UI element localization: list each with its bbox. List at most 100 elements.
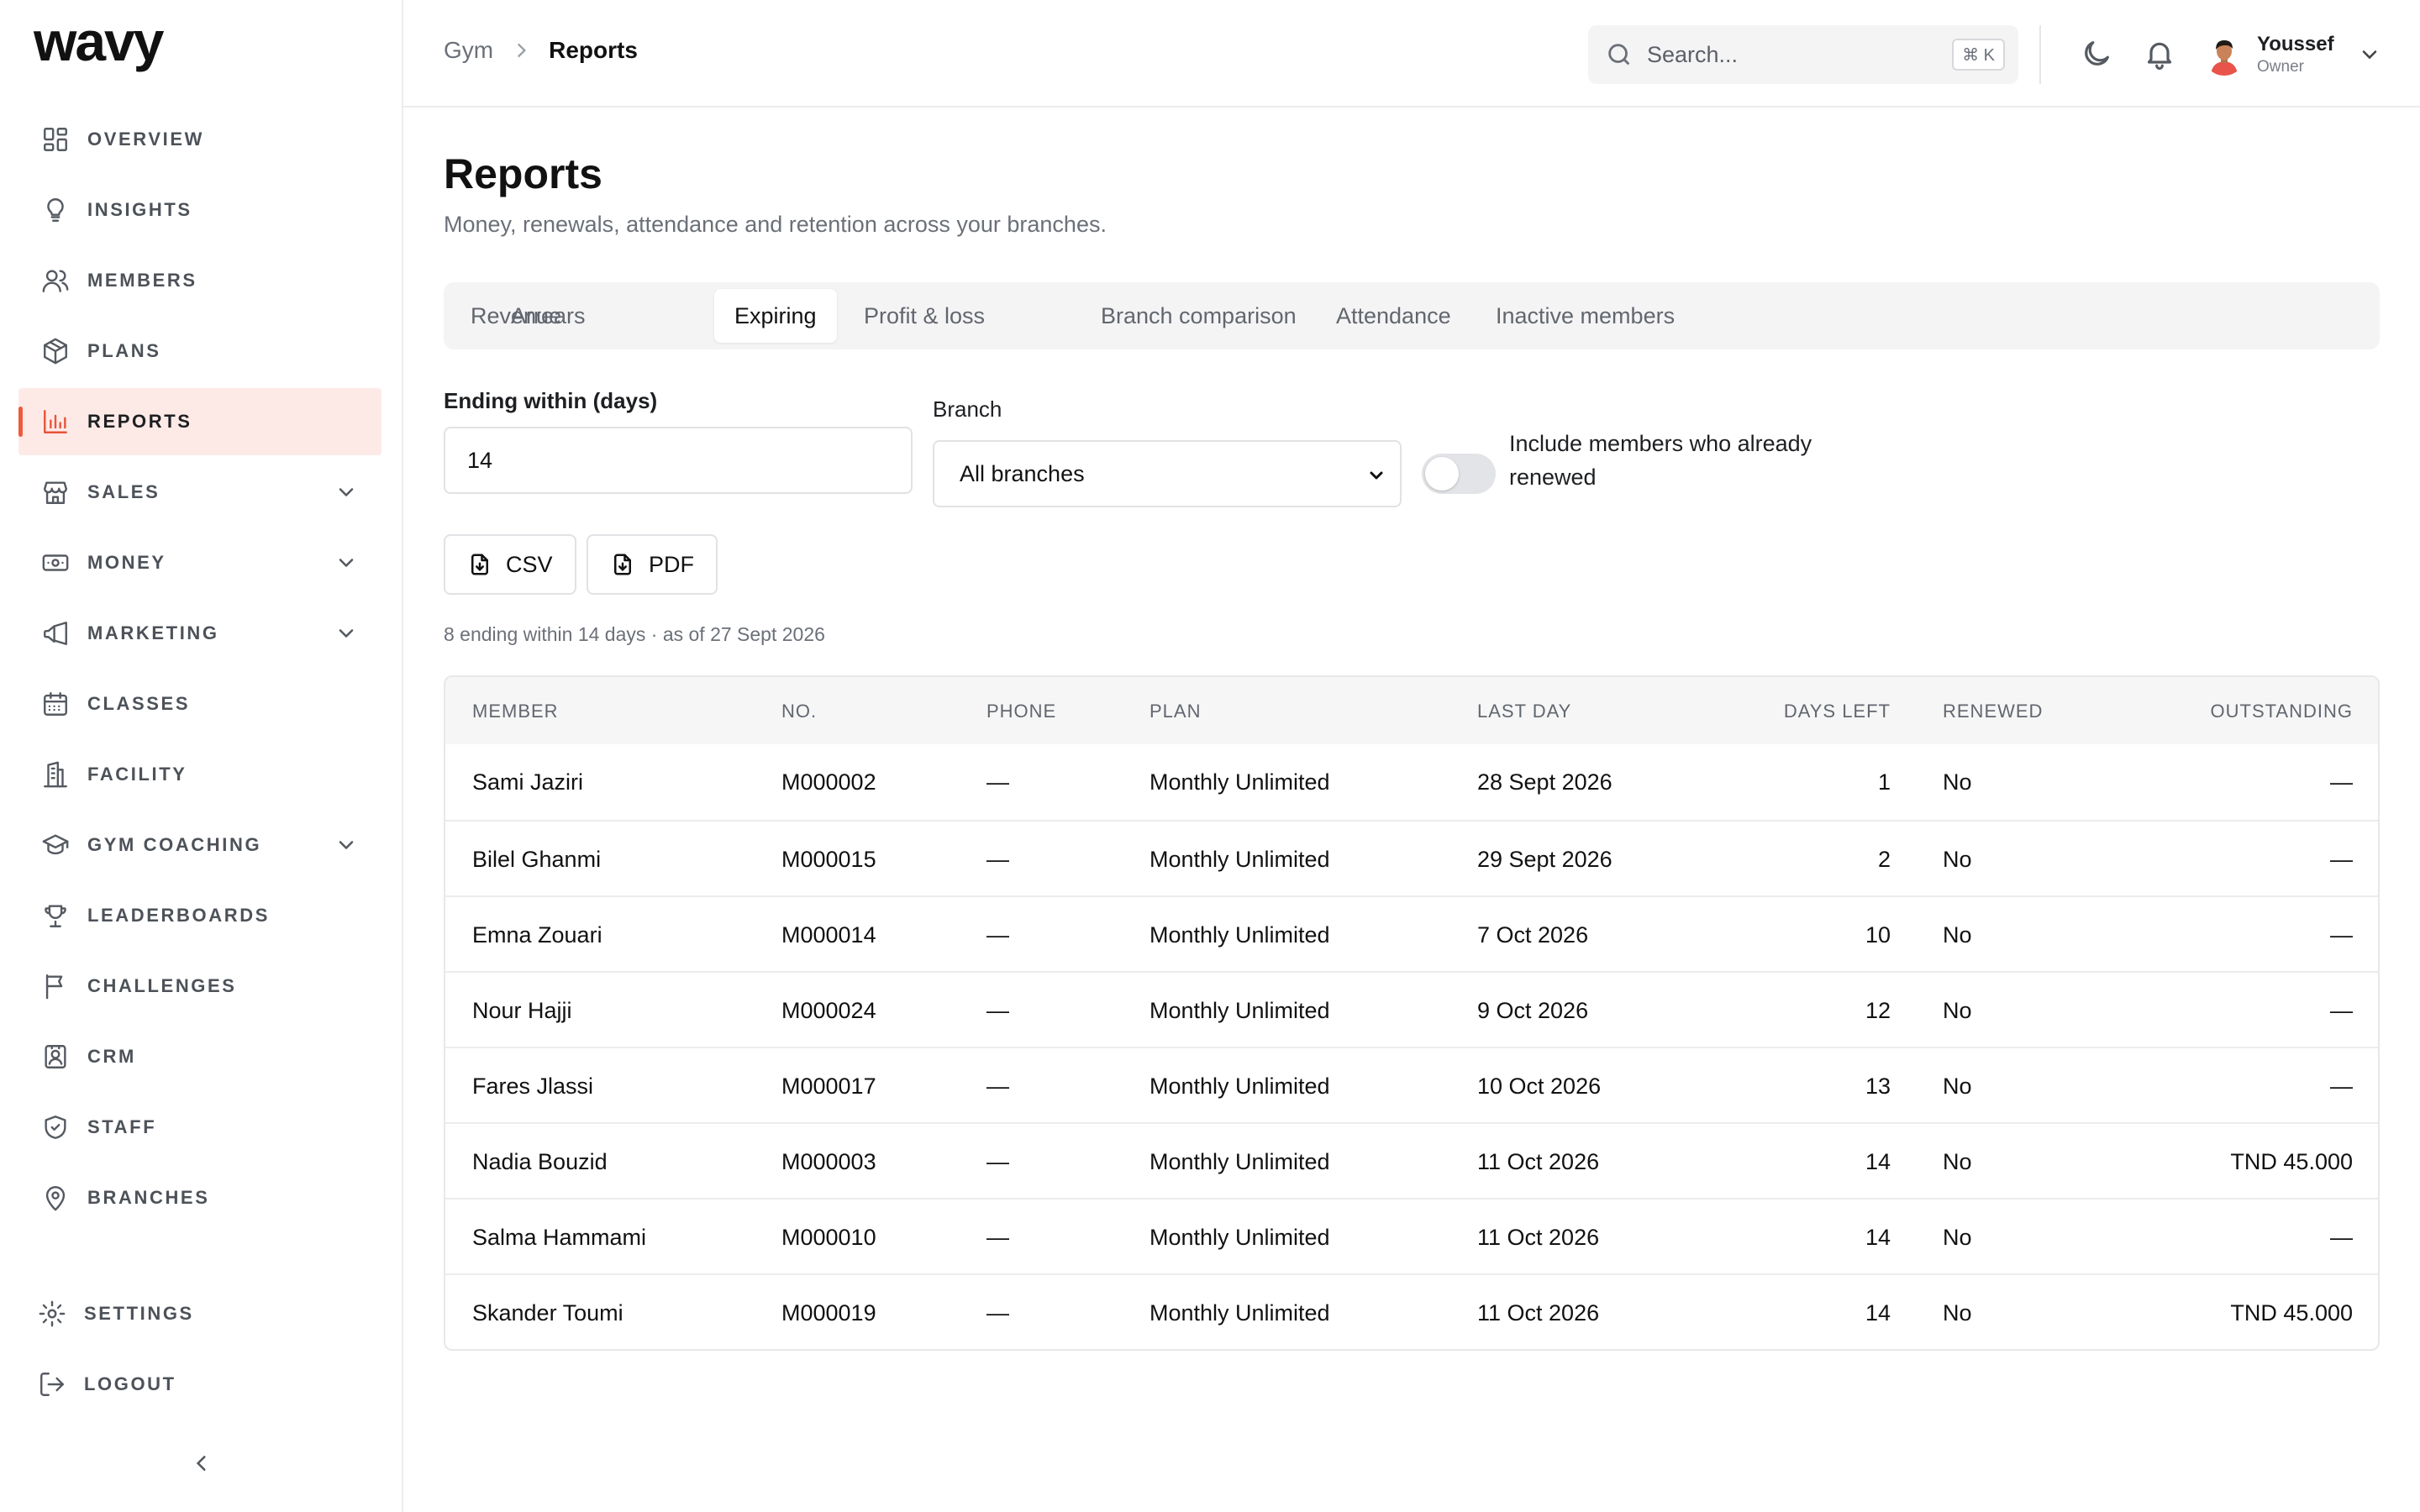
column-header-plan: PLAN [1150, 701, 1202, 722]
tab-attendance[interactable]: Attendance [1316, 289, 1471, 343]
sidebar-item-label: SALES [87, 481, 160, 502]
export-csv-button[interactable]: CSV [444, 534, 576, 595]
sidebar-item-label: STAFF [87, 1116, 157, 1137]
table-row[interactable]: Bilel Ghanmi M000015 — Monthly Unlimited 29 … [445, 820, 2378, 895]
sidebar: wavy OVERVIEW INSIGHTS MEMBERS PLANS REPORTS… [0, 0, 403, 1512]
column-header-phone: PHONE [986, 701, 1057, 722]
banknote-icon [40, 548, 71, 578]
tab-profit-loss[interactable]: Profit & loss [844, 289, 1005, 343]
column-header-renewed: RENEWED [1943, 701, 2044, 722]
sidebar-item-facility[interactable]: FACILITY [18, 741, 381, 808]
cell-renewed: No [1943, 1149, 1972, 1174]
cell-last-day: 10 Oct 2026 [1477, 1074, 1602, 1099]
sidebar-item-challenges[interactable]: CHALLENGES [18, 953, 381, 1020]
sidebar-item-settings[interactable]: SETTINGS [18, 1280, 381, 1347]
report-tabs: Revenue Arrears Expiring Profit & loss Branc… [444, 282, 2380, 349]
sidebar-item-insights[interactable]: INSIGHTS [18, 176, 381, 244]
cell-renewed: No [1943, 922, 1972, 948]
layout-grid-icon [40, 124, 71, 155]
table-row[interactable]: Emna Zouari M000014 — Monthly Unlimited 7 Oc… [445, 895, 2378, 971]
export-csv-label: CSV [506, 551, 553, 577]
tab-inactive-members[interactable]: Inactive members [1476, 289, 1695, 343]
search-icon [1605, 40, 1634, 69]
theme-toggle-button[interactable] [2080, 37, 2113, 71]
ending-within-label: Ending within (days) [444, 388, 658, 413]
cell-outstanding: — [2330, 769, 2353, 795]
cell-phone: — [986, 847, 1009, 872]
sidebar-item-logout[interactable]: LOGOUT [18, 1351, 381, 1418]
cell-plan: Monthly Unlimited [1150, 847, 1330, 872]
cell-days-left: 1 [1877, 769, 1891, 795]
tab-arrears[interactable]: Arrears [491, 289, 606, 343]
sidebar-item-label: CRM [87, 1046, 136, 1067]
topbar: Gym Reports ⌘ K [403, 0, 2420, 108]
cell-last-day: 11 Oct 2026 [1477, 1225, 1600, 1250]
tab-branch-comparison[interactable]: Branch comparison [1081, 289, 1317, 343]
chevron-down-icon [334, 622, 358, 645]
chevron-down-icon [2358, 43, 2381, 66]
sidebar-item-branches[interactable]: BRANCHES [18, 1164, 381, 1231]
sidebar-item-staff[interactable]: STAFF [18, 1094, 381, 1161]
user-menu[interactable]: Youssef Owner [2203, 25, 2381, 84]
sidebar-item-label: MONEY [87, 552, 166, 573]
sidebar-item-overview[interactable]: OVERVIEW [18, 106, 381, 173]
chevron-down-icon [334, 480, 358, 504]
trophy-icon [40, 900, 71, 931]
file-download-icon [610, 552, 635, 577]
contact-icon [40, 1042, 71, 1072]
sidebar-item-members[interactable]: MEMBERS [18, 247, 381, 314]
sidebar-item-money[interactable]: MONEY [18, 529, 381, 596]
ending-within-input[interactable] [444, 427, 913, 494]
sidebar-item-label: CLASSES [87, 693, 191, 714]
tab-expiring[interactable]: Expiring [714, 289, 837, 343]
table-row[interactable]: Nadia Bouzid M000003 — Monthly Unlimited 11 … [445, 1122, 2378, 1198]
export-pdf-label: PDF [649, 551, 694, 577]
cell-phone: — [986, 922, 1009, 948]
chevron-down-icon [334, 833, 358, 857]
sidebar-item-plans[interactable]: PLANS [18, 318, 381, 385]
map-pin-icon [40, 1183, 71, 1213]
branch-label: Branch [933, 396, 1002, 422]
cell-outstanding: — [2330, 847, 2353, 872]
table-row[interactable]: Nour Hajji M000024 — Monthly Unlimited 9 Oct… [445, 971, 2378, 1047]
lightbulb-icon [40, 195, 71, 225]
column-header-number: NO. [781, 701, 818, 722]
sidebar-item-label: FACILITY [87, 764, 187, 785]
file-download-icon [467, 552, 492, 577]
shield-check-icon [40, 1112, 71, 1142]
flag-icon [40, 971, 71, 1001]
cell-last-day: 28 Sept 2026 [1477, 769, 1612, 795]
table-row[interactable]: Skander Toumi M000019 — Monthly Unlimited 11… [445, 1273, 2378, 1349]
branch-select[interactable]: All branches [933, 440, 1402, 507]
cell-outstanding: — [2330, 1074, 2353, 1099]
sidebar-item-label: SETTINGS [84, 1303, 194, 1324]
table-row[interactable]: Sami Jaziri M000002 — Monthly Unlimited 28 S… [445, 744, 2378, 820]
cell-member: Bilel Ghanmi [472, 847, 602, 872]
cell-days-left: 13 [1865, 1074, 1891, 1099]
cell-member: Fares Jlassi [472, 1074, 594, 1099]
sidebar-item-classes[interactable]: CLASSES [18, 670, 381, 738]
table-row[interactable]: Fares Jlassi M000017 — Monthly Unlimited 10 … [445, 1047, 2378, 1122]
sidebar-item-label: MARKETING [87, 622, 219, 643]
logo[interactable]: wavy [33, 10, 210, 74]
cell-number: M000003 [781, 1149, 876, 1174]
cell-phone: — [986, 1300, 1009, 1326]
sidebar-nav: OVERVIEW INSIGHTS MEMBERS PLANS REPORTS SALES… [18, 106, 381, 1235]
include-renewed-toggle[interactable] [1422, 454, 1496, 494]
sidebar-item-leaderboards[interactable]: LEADERBOARDS [18, 882, 381, 949]
cell-days-left: 12 [1865, 998, 1891, 1023]
search-box[interactable]: ⌘ K [1588, 25, 2018, 84]
sidebar-item-sales[interactable]: SALES [18, 459, 381, 526]
cell-number: M000002 [781, 769, 876, 795]
search-input[interactable] [1647, 41, 1924, 68]
collapse-sidebar-button[interactable] [187, 1448, 217, 1478]
sidebar-item-crm[interactable]: CRM [18, 1023, 381, 1090]
breadcrumb-gym[interactable]: Gym [444, 37, 493, 64]
sidebar-item-gym-coaching[interactable]: GYM COACHING [18, 811, 381, 879]
sidebar-item-marketing[interactable]: MARKETING [18, 600, 381, 667]
notifications-button[interactable] [2143, 37, 2176, 71]
sidebar-item-reports[interactable]: REPORTS [18, 388, 381, 455]
sidebar-item-label: LEADERBOARDS [87, 905, 270, 926]
export-pdf-button[interactable]: PDF [587, 534, 718, 595]
table-row[interactable]: Salma Hammami M000010 — Monthly Unlimited 11… [445, 1198, 2378, 1273]
